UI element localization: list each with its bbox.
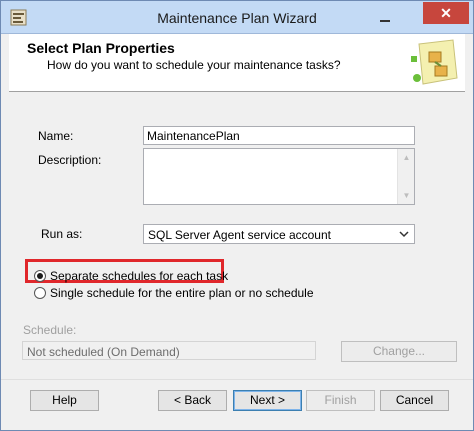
radio-separate-label: Separate schedules for each task xyxy=(50,269,229,283)
help-button[interactable]: Help xyxy=(30,390,99,411)
name-input[interactable]: MaintenancePlan xyxy=(143,126,415,145)
back-button[interactable]: < Back xyxy=(158,390,227,411)
change-schedule-button[interactable]: Change... xyxy=(341,341,457,362)
description-scrollbar[interactable]: ▲ ▼ xyxy=(397,149,414,204)
finish-button[interactable]: Finish xyxy=(306,390,375,411)
scroll-down-icon[interactable]: ▼ xyxy=(398,187,415,204)
radio-separate-schedules[interactable]: Separate schedules for each task xyxy=(34,269,228,283)
description-label: Description: xyxy=(38,153,102,167)
page-title: Select Plan Properties xyxy=(27,40,175,56)
run-as-select[interactable]: SQL Server Agent service account xyxy=(143,224,415,244)
scroll-up-icon[interactable]: ▲ xyxy=(398,149,415,166)
run-as-label: Run as: xyxy=(41,227,83,241)
radio-button-unchecked[interactable] xyxy=(34,287,46,299)
radio-button-checked[interactable] xyxy=(34,270,46,282)
page-subtitle: How do you want to schedule your mainten… xyxy=(47,58,341,72)
minimize-icon[interactable] xyxy=(379,11,391,23)
wizard-header: Select Plan Properties How do you want t… xyxy=(9,34,465,92)
chevron-down-icon xyxy=(399,231,409,238)
wizard-banner-icon xyxy=(411,39,458,85)
cancel-button[interactable]: Cancel xyxy=(380,390,449,411)
wizard-window: Maintenance Plan Wizard ✕ Select Plan Pr… xyxy=(0,0,474,431)
close-button[interactable]: ✕ xyxy=(423,2,469,24)
window-title: Maintenance Plan Wizard xyxy=(157,10,317,26)
next-button[interactable]: Next > xyxy=(233,390,302,411)
run-as-value: SQL Server Agent service account xyxy=(148,228,331,242)
radio-single-schedule[interactable]: Single schedule for the entire plan or n… xyxy=(34,286,314,300)
schedule-field: Not scheduled (On Demand) xyxy=(22,341,316,360)
title-bar[interactable]: Maintenance Plan Wizard ✕ xyxy=(1,1,473,34)
description-input[interactable]: ▲ ▼ xyxy=(143,148,415,205)
name-label: Name: xyxy=(38,129,74,143)
radio-single-label: Single schedule for the entire plan or n… xyxy=(50,286,314,300)
schedule-label: Schedule: xyxy=(23,323,77,337)
